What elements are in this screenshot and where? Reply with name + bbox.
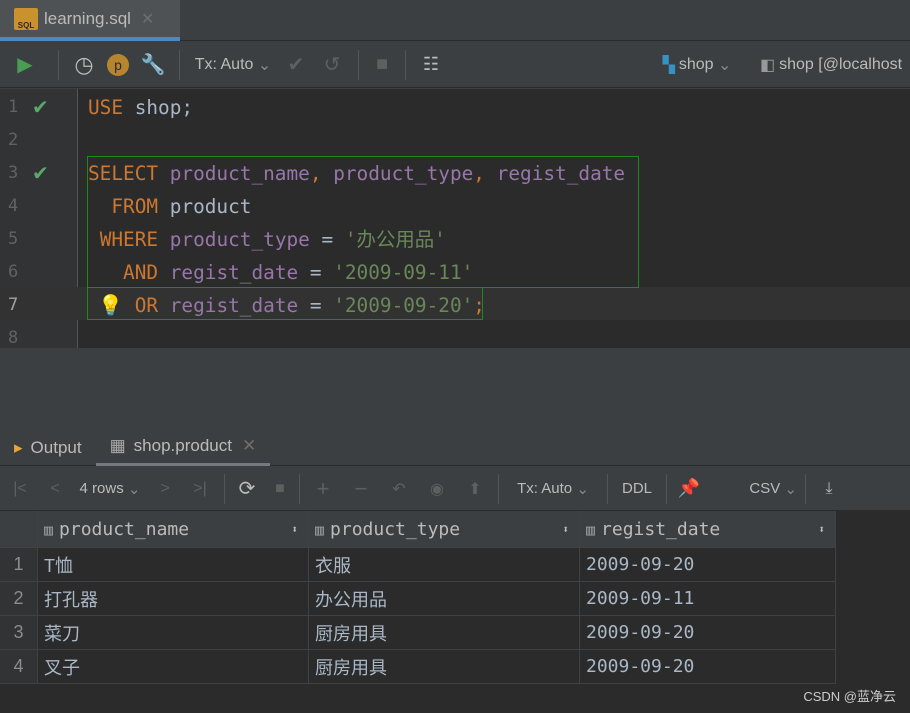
column-header-product-name[interactable]: ▥ product_name ⬍	[38, 511, 309, 548]
download-icon[interactable]: ⤓	[814, 474, 844, 504]
commit-icon[interactable]: ✔	[278, 50, 314, 80]
code-line-8: 8	[8, 328, 19, 348]
output-icon: ▸	[14, 437, 23, 457]
run-icon[interactable]: ▶	[0, 50, 50, 80]
row-number: 4	[0, 650, 38, 684]
csv-dropdown[interactable]: CSV ⌄	[707, 474, 797, 504]
delete-row-icon[interactable]: −	[342, 474, 380, 504]
table-cell[interactable]: 2009-09-20	[580, 616, 836, 650]
table-row[interactable]: 3 菜刀 厨房用具 2009-09-20	[0, 616, 836, 650]
history-icon[interactable]: ◷	[67, 50, 101, 80]
code-line-5: 5 WHERE product_type = '办公用品'	[8, 228, 446, 251]
table-view-icon[interactable]: ☷	[414, 50, 448, 80]
close-icon[interactable]: ✕	[242, 436, 256, 456]
code-line-4: 4 FROM product	[8, 195, 252, 218]
table-cell[interactable]: 2009-09-20	[580, 548, 836, 582]
sort-icon: ⬍	[291, 522, 298, 536]
next-page-icon[interactable]: >	[150, 474, 180, 504]
table-cell[interactable]: 办公用品	[309, 582, 580, 616]
datasource-dropdown[interactable]: ◧ shop [@localhost	[760, 50, 910, 80]
table-cell[interactable]: 打孔器	[38, 582, 309, 616]
row-number: 2	[0, 582, 38, 616]
preview-icon[interactable]: ◉	[418, 474, 456, 504]
table-row[interactable]: 1 T恤 衣服 2009-09-20	[0, 548, 836, 582]
table-cell[interactable]: 厨房用具	[309, 616, 580, 650]
refresh-icon[interactable]: ⟳	[229, 474, 265, 504]
sql-file-icon: SQL	[14, 7, 38, 30]
table-cell[interactable]: 2009-09-11	[580, 582, 836, 616]
prev-page-icon[interactable]: <	[40, 474, 70, 504]
code-line-2: 2	[8, 130, 19, 150]
results-toolbar: |< < 4 rows ⌄ > >| ⟳ ■ + − ↶ ◉ ⬆ Tx: Aut…	[0, 467, 910, 511]
lightbulb-icon[interactable]: 💡	[98, 289, 123, 322]
tab-learning-sql[interactable]: SQL learning.sql ✕	[0, 0, 180, 41]
results-tabs: ▸ Output ▦ shop.product ✕	[0, 429, 910, 466]
close-icon[interactable]: ✕	[141, 9, 154, 29]
sort-icon: ⬍	[562, 522, 569, 536]
table-icon: ▦	[109, 436, 126, 455]
wrench-icon[interactable]: 🔧	[135, 50, 171, 80]
last-page-icon[interactable]: >|	[180, 474, 220, 504]
profile-icon[interactable]: p	[101, 50, 135, 80]
results-grid: ▥ product_name ⬍ ▥ product_type ⬍ ▥ regist_da…	[0, 511, 910, 713]
table-cell[interactable]: 衣服	[309, 548, 580, 582]
watermark: CSDN @蓝净云	[803, 689, 896, 704]
tab-shop-product[interactable]: ▦ shop.product ✕	[95, 429, 271, 466]
code-line-1: 1 ✔ USE shop;	[0, 91, 910, 124]
table-row[interactable]: 4 叉子 厨房用具 2009-09-20	[0, 650, 836, 684]
table-row[interactable]: 2 打孔器 办公用品 2009-09-11	[0, 582, 836, 616]
table-cell[interactable]: 菜刀	[38, 616, 309, 650]
row-number: 3	[0, 616, 38, 650]
table-cell[interactable]: 2009-09-20	[580, 650, 836, 684]
success-check-icon: ✔	[32, 95, 49, 119]
tab-title: learning.sql	[44, 8, 131, 28]
rows-dropdown[interactable]: 4 rows ⌄	[70, 474, 150, 504]
editor-tab-bar: SQL learning.sql ✕	[0, 0, 910, 41]
table-cell[interactable]: T恤	[38, 548, 309, 582]
first-page-icon[interactable]: |<	[0, 474, 40, 504]
row-number: 1	[0, 548, 38, 582]
sql-editor[interactable]: 1 ✔ USE shop; 2 3 ✔ SELECT product_name, pro…	[0, 89, 910, 348]
stop-icon[interactable]: ■	[265, 474, 295, 504]
table-cell[interactable]: 叉子	[38, 650, 309, 684]
editor-toolbar: ▶ ◷ p 🔧 Tx: Auto ⌄ ✔ ↺ ■ ☷ ▚ shop ⌄ ◧ shop…	[0, 42, 910, 88]
ddl-button[interactable]: DDL	[612, 474, 662, 504]
tab-output[interactable]: ▸ Output	[0, 430, 96, 466]
column-header-product-type[interactable]: ▥ product_type ⬍	[309, 511, 580, 548]
code-line-6: 6 AND regist_date = '2009-09-11'	[8, 261, 474, 284]
code-line-3: 3 ✔ SELECT product_name, product_type, reg…	[0, 157, 910, 190]
schema-dropdown[interactable]: ▚ shop ⌄	[652, 50, 742, 80]
stop-icon[interactable]: ■	[367, 50, 397, 80]
tx-mode-dropdown[interactable]: Tx: Auto ⌄	[503, 474, 603, 504]
pin-icon[interactable]: 📌	[671, 474, 707, 504]
table-cell[interactable]: 厨房用具	[309, 650, 580, 684]
revert-icon[interactable]: ↶	[380, 474, 418, 504]
submit-icon[interactable]: ⬆	[456, 474, 494, 504]
column-icon: ▥	[586, 520, 596, 539]
datasource-icon: ◧	[760, 56, 776, 74]
column-icon: ▥	[44, 520, 54, 539]
grid-header: ▥ product_name ⬍ ▥ product_type ⬍ ▥ regist_da…	[0, 511, 836, 548]
schema-icon: ▚	[662, 56, 675, 74]
code-line-7: 7 OR regist_date = '2009-09-20'; 💡	[0, 289, 910, 322]
column-header-regist-date[interactable]: ▥ regist_date ⬍	[580, 511, 836, 548]
column-icon: ▥	[315, 520, 325, 539]
add-row-icon[interactable]: +	[304, 474, 342, 504]
rollback-icon[interactable]: ↺	[314, 50, 350, 80]
sort-icon: ⬍	[818, 522, 825, 536]
tx-mode-dropdown[interactable]: Tx: Auto ⌄	[188, 50, 278, 80]
success-check-icon: ✔	[32, 161, 49, 185]
